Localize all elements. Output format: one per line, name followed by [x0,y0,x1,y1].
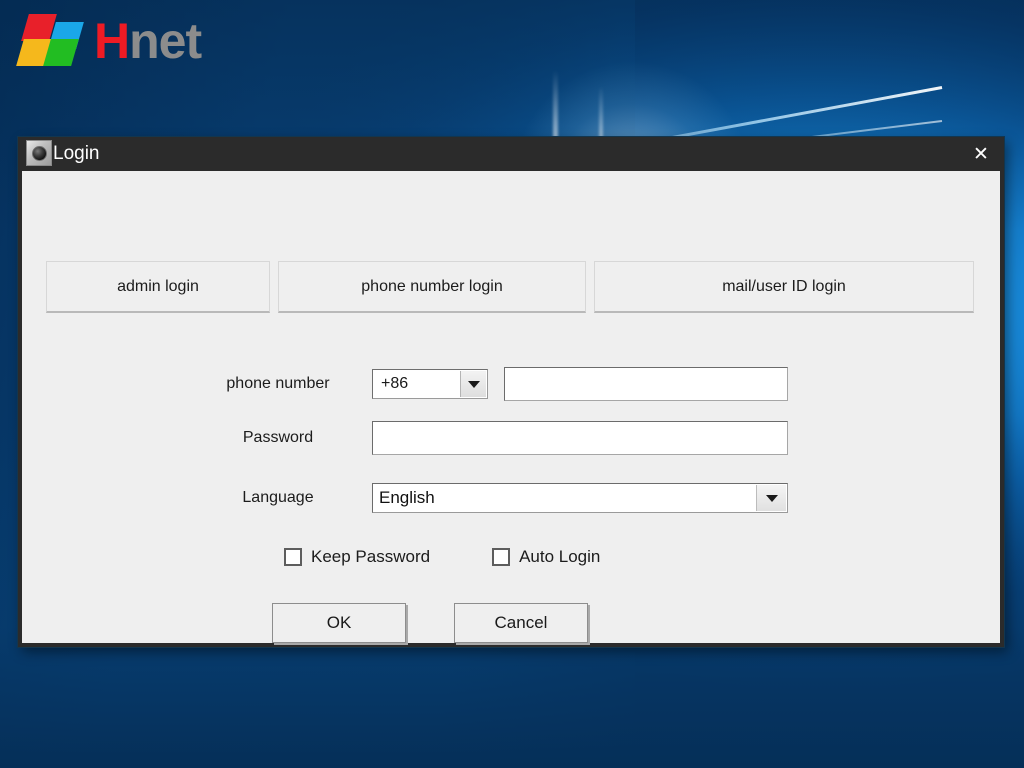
camera-lens-icon [26,140,52,166]
language-select[interactable]: English [372,483,788,513]
tab-phone-number-login[interactable]: phone number login [278,261,586,313]
logo-text-h: H [94,13,129,69]
dialog-title-bar[interactable]: Login ✕ [18,137,1004,171]
hnet-logo-mark [22,12,84,70]
ok-button[interactable]: OK [272,603,406,643]
hnet-logo-text: Hnet [94,16,201,66]
login-dialog-window: Login ✕ admin login phone number login m… [18,137,1004,647]
checkbox-auto-login-label: Auto Login [519,547,600,567]
language-label: Language [198,489,358,507]
language-value: English [373,488,435,508]
camera-lens-inner-icon [32,146,47,161]
password-label: Password [198,429,358,447]
checkbox-keep-password-label: Keep Password [311,547,430,567]
phone-number-label: phone number [198,375,358,393]
checkbox-keep-password[interactable]: Keep Password [284,547,430,567]
dialog-action-buttons: OK Cancel [272,603,588,643]
country-code-select[interactable]: +86 [372,369,488,399]
logo-text-net: net [129,13,201,69]
tab-mail-user-id-login[interactable]: mail/user ID login [594,261,974,313]
hnet-logo: Hnet [22,12,201,70]
password-row: Password [198,421,788,455]
password-input[interactable] [372,421,788,455]
tab-admin-login[interactable]: admin login [46,261,270,313]
dialog-title: Login [53,143,100,165]
dialog-body: admin login phone number login mail/user… [22,171,1000,643]
logo-tile-green-icon [43,39,79,66]
checkbox-box-icon[interactable] [492,548,510,566]
close-icon[interactable]: ✕ [958,137,1004,171]
login-method-tabs: admin login phone number login mail/user… [46,261,974,313]
login-options-row: Keep Password Auto Login [284,547,600,567]
language-row: Language English [198,483,788,513]
chevron-down-glyph [468,381,480,388]
checkbox-auto-login[interactable]: Auto Login [492,547,600,567]
chevron-down-icon[interactable] [460,371,486,397]
chevron-down-icon[interactable] [756,485,786,511]
country-code-value: +86 [373,375,408,393]
phone-number-row: phone number +86 [198,367,788,401]
checkbox-box-icon[interactable] [284,548,302,566]
chevron-down-glyph [766,495,778,502]
cancel-button[interactable]: Cancel [454,603,588,643]
phone-number-input[interactable] [504,367,788,401]
